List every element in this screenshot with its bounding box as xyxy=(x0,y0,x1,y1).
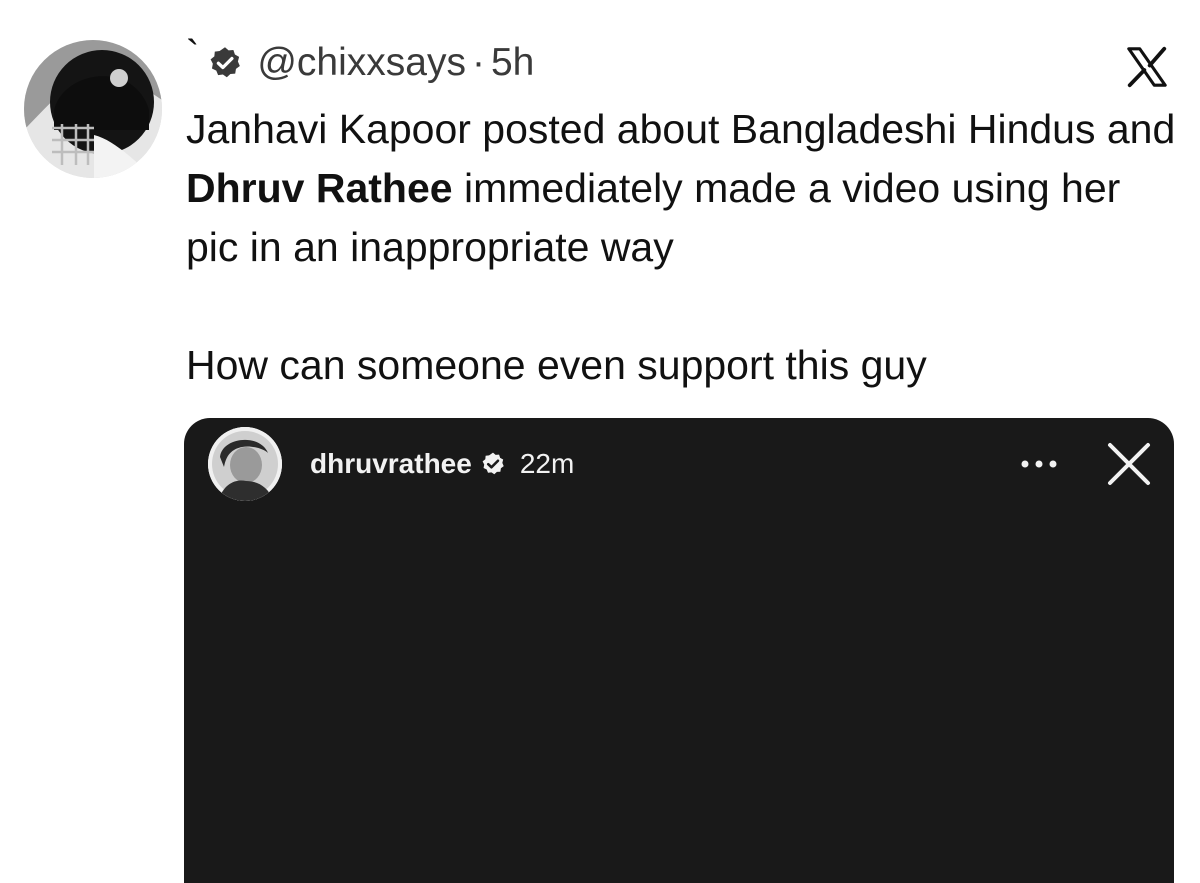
tweet-text: Janhavi Kapoor posted about Bangladeshi … xyxy=(186,100,1176,395)
verified-badge-icon xyxy=(480,451,506,477)
tweet-card: ` @chixxsays · 5h Janhavi Kapoor posted … xyxy=(0,0,1200,883)
tweet-paragraph-1: Janhavi Kapoor posted about Bangladeshi … xyxy=(186,100,1176,277)
post-time[interactable]: 5h xyxy=(491,41,534,85)
more-dots-icon[interactable] xyxy=(1014,444,1064,484)
verified-badge-icon xyxy=(207,45,243,81)
author-handle[interactable]: @chixxsays xyxy=(257,41,466,85)
author-avatar[interactable] xyxy=(24,40,162,178)
separator-dot: · xyxy=(471,41,485,84)
story-avatar[interactable] xyxy=(208,427,282,501)
tweet-paragraph-2: How can someone even support this guy xyxy=(186,342,927,388)
x-logo-icon xyxy=(1124,44,1170,90)
tweet-header: ` @chixxsays · 5h xyxy=(186,33,534,88)
display-name[interactable]: ` xyxy=(186,33,199,78)
tweet-text-bold: Dhruv Rathee xyxy=(186,165,453,211)
story-username[interactable]: dhruvrathee xyxy=(310,448,472,480)
story-time: 22m xyxy=(519,448,575,479)
attached-story-screenshot[interactable]: dhruvrathee 22m xyxy=(184,418,1174,883)
close-icon[interactable] xyxy=(1104,439,1154,489)
story-header: dhruvrathee 22m xyxy=(208,422,1154,506)
tweet-text-part: Janhavi Kapoor posted about Bangladeshi … xyxy=(186,106,1176,152)
